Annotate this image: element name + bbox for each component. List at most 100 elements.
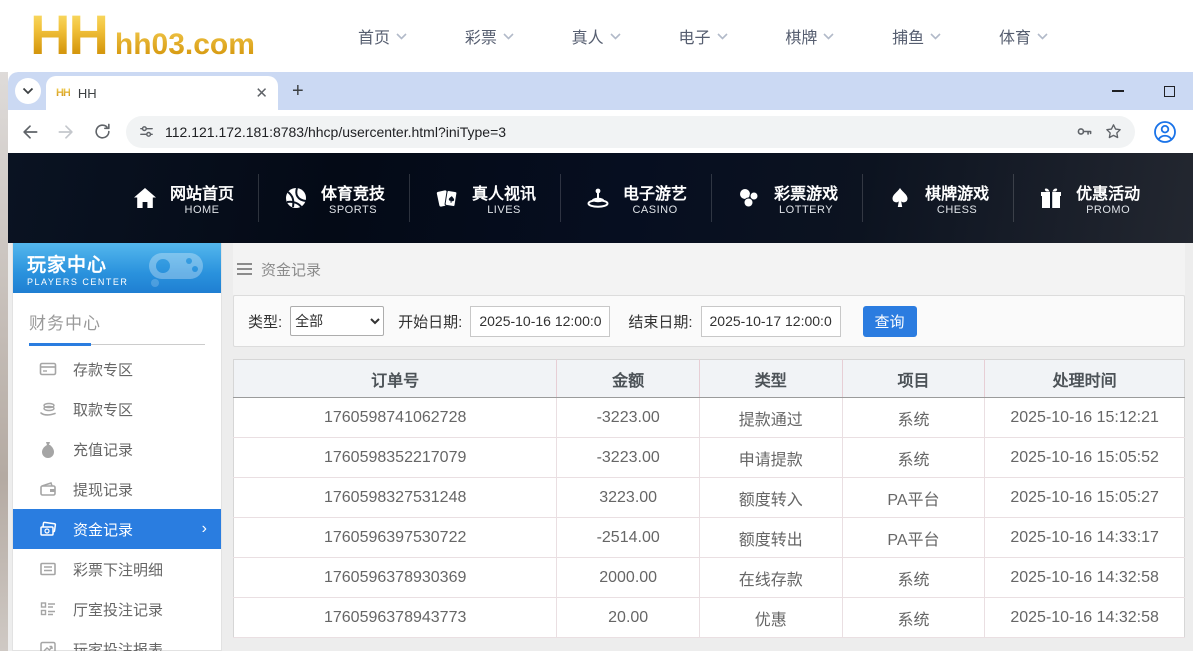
game-nav-label-zh: 优惠活动	[1076, 180, 1140, 204]
section-divider	[29, 344, 205, 345]
sidebar-item-hall-bet-records[interactable]: 厅室投注记录	[13, 589, 221, 629]
cell-time: 2025-10-16 15:05:27	[985, 478, 1185, 518]
browser-window: HH HH ✕ + 112.121.172.181:8783/hhcp/user…	[8, 72, 1193, 651]
deposit-card-icon	[39, 360, 57, 378]
table-row: 1760598352217079 -3223.00 申请提款 系统 2025-1…	[234, 438, 1185, 478]
game-nav-chess[interactable]: 棋牌游戏CHESS	[863, 174, 1014, 222]
gamepad-icon	[141, 249, 211, 289]
site-nav: 首页 彩票 真人 电子 棋牌 捕鱼 体育	[358, 0, 1048, 72]
cell-order-no: 1760596397530722	[234, 518, 557, 558]
game-nav-label-en: LIVES	[487, 204, 521, 216]
profile-avatar-icon	[1153, 120, 1177, 144]
type-select[interactable]: 全部	[290, 306, 384, 336]
window-minimize-button[interactable]	[1112, 90, 1124, 92]
sidebar-item-withdrawal-records[interactable]: 提现记录	[13, 469, 221, 509]
nav-label: 电子	[678, 24, 710, 48]
main-panel: 资金记录 类型: 全部 开始日期: 结束日期: 查询	[233, 243, 1185, 651]
game-nav-casino[interactable]: 电子游艺CASINO	[561, 174, 712, 222]
logo-domain-text: hh03.com	[115, 28, 255, 62]
chevron-down-icon	[1037, 33, 1048, 40]
funds-table: 订单号 金额 类型 项目 处理时间 1760598741062728 -3223…	[233, 359, 1185, 638]
forward-button[interactable]	[54, 120, 78, 144]
game-nav-label-zh: 电子游艺	[623, 180, 687, 204]
cell-amount: -3223.00	[557, 398, 700, 438]
game-nav-label-zh: 真人视讯	[472, 180, 536, 204]
password-key-icon[interactable]	[1075, 122, 1094, 141]
cell-project: PA平台	[842, 518, 985, 558]
tab-strip: HH HH ✕ +	[8, 72, 1193, 110]
start-date-input[interactable]	[470, 306, 610, 337]
game-nav-label-zh: 网站首页	[170, 180, 234, 204]
back-arrow-icon	[20, 122, 40, 142]
sidebar-item-lottery-bet-details[interactable]: 彩票下注明细	[13, 549, 221, 589]
nav-label: 真人	[572, 24, 604, 48]
site-logo[interactable]: HH hh03.com	[30, 2, 255, 67]
game-nav-label-en: LOTTERY	[779, 204, 833, 216]
game-nav-label-en: SPORTS	[329, 204, 377, 216]
url-text[interactable]: 112.121.172.181:8783/hhcp/usercenter.htm…	[165, 124, 1065, 140]
cell-project: PA平台	[842, 478, 985, 518]
window-maximize-button[interactable]	[1164, 86, 1175, 97]
sidebar-header: 玩家中心 PLAYERS CENTER	[13, 243, 221, 293]
sidebar-item-deposit-zone[interactable]: 存款专区	[13, 349, 221, 389]
browser-toolbar: 112.121.172.181:8783/hhcp/usercenter.htm…	[8, 110, 1193, 153]
table-row: 1760598327531248 3223.00 额度转入 PA平台 2025-…	[234, 478, 1185, 518]
cell-type: 在线存款	[699, 558, 842, 598]
game-nav-label-en: CASINO	[632, 204, 677, 216]
address-bar[interactable]: 112.121.172.181:8783/hhcp/usercenter.htm…	[126, 116, 1135, 148]
game-nav-promo[interactable]: 优惠活动PROMO	[1014, 174, 1164, 222]
site-nav-lottery[interactable]: 彩票	[465, 24, 514, 48]
reload-button[interactable]	[90, 120, 114, 144]
sidebar-item-recharge-records[interactable]: 充值记录	[13, 429, 221, 469]
sidebar-item-withdraw-zone[interactable]: 取款专区	[13, 389, 221, 429]
site-nav-home[interactable]: 首页	[358, 24, 407, 48]
table-row: 1760596378930369 2000.00 在线存款 系统 2025-10…	[234, 558, 1185, 598]
game-nav-label-zh: 体育竞技	[321, 180, 385, 204]
sidebar-menu: 存款专区 取款专区 充值记录 提现记录	[13, 349, 221, 651]
game-nav-sports[interactable]: 体育竞技SPORTS	[259, 174, 410, 222]
game-nav-live[interactable]: 真人视讯LIVES	[410, 174, 561, 222]
sidebar-item-label: 玩家投注报表	[73, 639, 163, 651]
cell-type: 额度转出	[699, 518, 842, 558]
table-header-row: 订单号 金额 类型 项目 处理时间	[234, 360, 1185, 398]
game-nav-label-zh: 棋牌游戏	[925, 180, 989, 204]
cell-order-no: 1760596378943773	[234, 598, 557, 638]
game-nav: 网站首页HOME 体育竞技SPORTS 真人视讯LIVES 电子游艺CASINO…	[8, 153, 1193, 243]
menu-lines-icon	[237, 263, 252, 275]
end-date-input[interactable]	[701, 306, 841, 337]
profile-button[interactable]	[1153, 120, 1177, 144]
site-nav-sports[interactable]: 体育	[999, 24, 1048, 48]
search-button[interactable]: 查询	[863, 306, 917, 337]
site-nav-chess[interactable]: 棋牌	[785, 24, 834, 48]
cell-amount: 3223.00	[557, 478, 700, 518]
cell-type: 提款通过	[699, 398, 842, 438]
chevron-down-icon	[396, 33, 407, 40]
hall-bets-icon	[39, 600, 57, 618]
tab-title: HH	[78, 86, 248, 101]
col-header-project: 项目	[842, 360, 985, 398]
funds-notes-icon	[39, 520, 57, 538]
nav-label: 首页	[358, 24, 390, 48]
type-label: 类型:	[248, 311, 282, 332]
browser-tab[interactable]: HH HH ✕	[46, 76, 278, 110]
new-tab-button[interactable]: +	[292, 80, 304, 103]
site-nav-slots[interactable]: 电子	[678, 24, 727, 48]
game-nav-label-en: CHESS	[937, 204, 977, 216]
col-header-time: 处理时间	[985, 360, 1185, 398]
site-nav-fishing[interactable]: 捕鱼	[892, 24, 941, 48]
chevron-down-icon	[503, 33, 514, 40]
sidebar-item-funds-records[interactable]: 资金记录 ›	[13, 509, 221, 549]
game-nav-home[interactable]: 网站首页HOME	[108, 174, 259, 222]
tab-close-icon[interactable]: ✕	[255, 86, 268, 101]
site-settings-icon[interactable]	[138, 123, 155, 140]
bookmark-star-icon[interactable]	[1104, 122, 1123, 141]
sidebar-item-player-bet-report[interactable]: 玩家投注报表	[13, 629, 221, 651]
site-nav-live[interactable]: 真人	[572, 24, 621, 48]
tab-search-button[interactable]	[15, 78, 41, 104]
cell-time: 2025-10-16 14:32:58	[985, 558, 1185, 598]
game-nav-lottery[interactable]: 彩票游戏LOTTERY	[712, 174, 863, 222]
game-nav-label-en: HOME	[185, 204, 220, 216]
back-button[interactable]	[18, 120, 42, 144]
game-nav-label-zh: 彩票游戏	[774, 180, 838, 204]
gift-icon	[1038, 185, 1064, 211]
